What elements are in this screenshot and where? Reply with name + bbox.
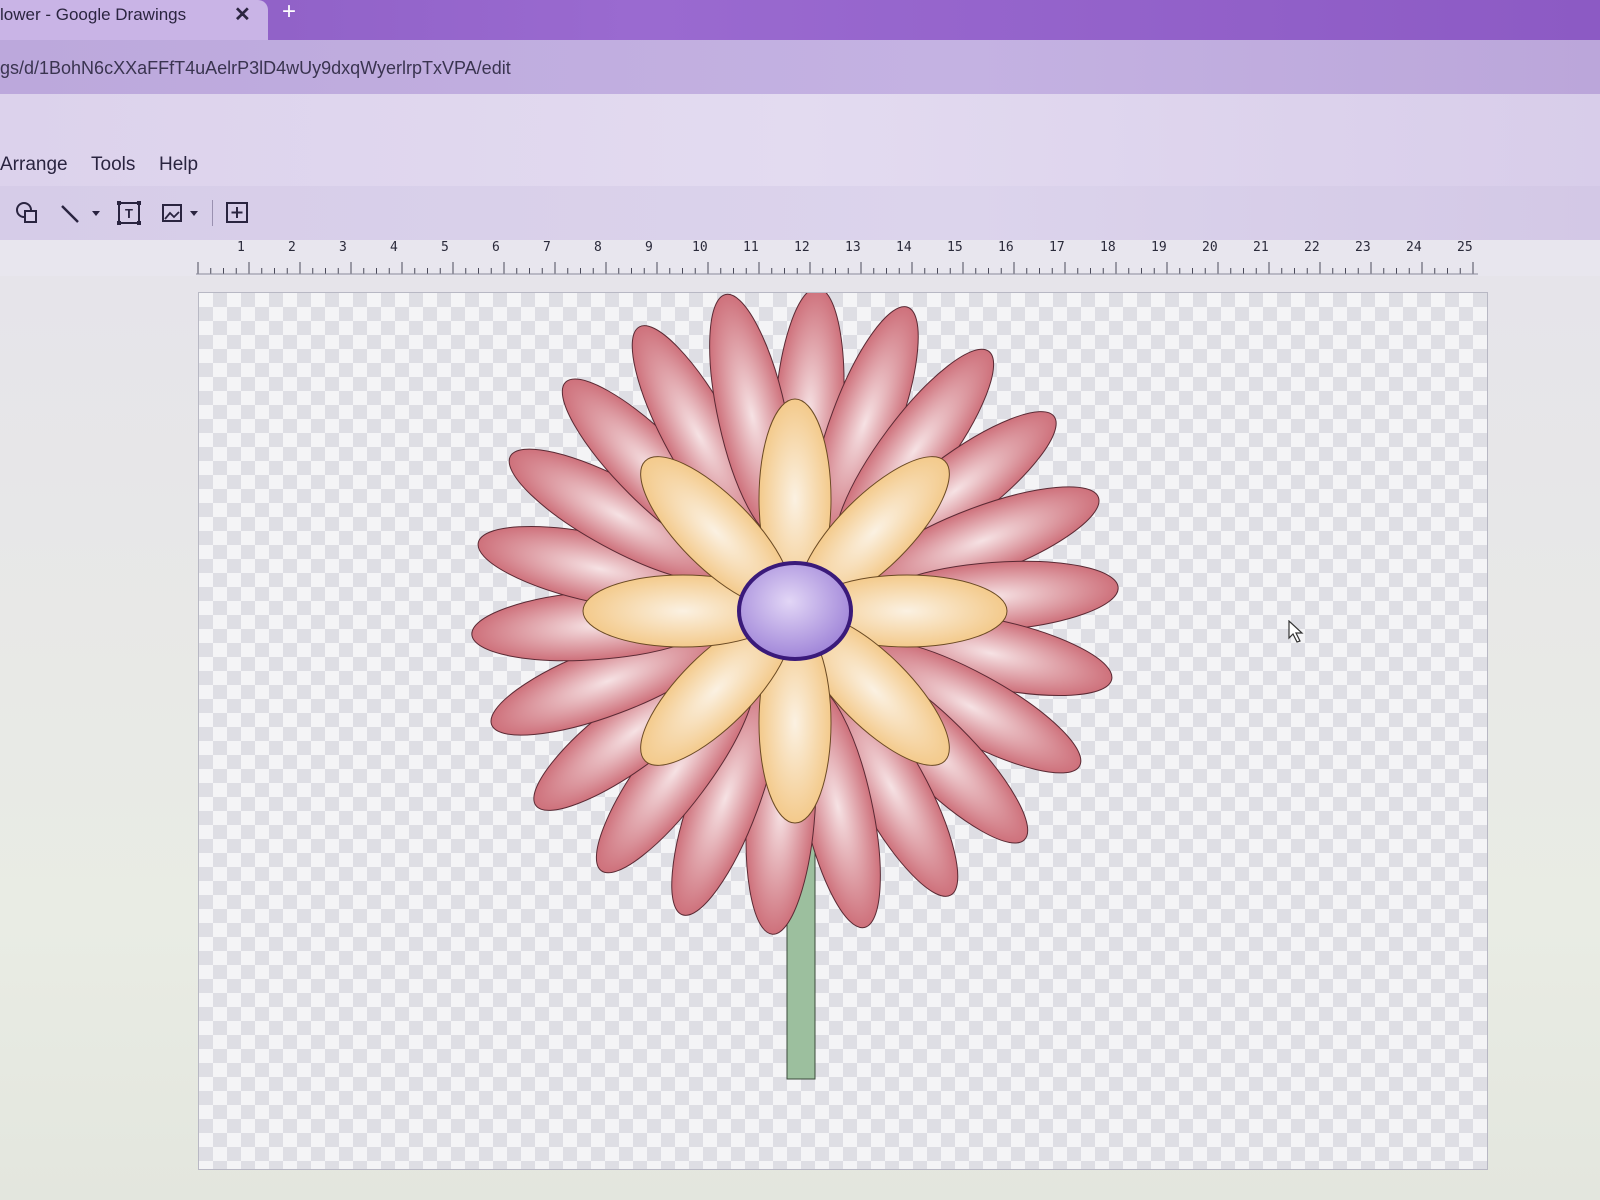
- toolbar: T: [0, 186, 1600, 240]
- ruler-label: 15: [947, 240, 963, 255]
- browser-tab-strip: lower - Google Drawings ✕ +: [0, 0, 1600, 40]
- ruler-label: 12: [794, 240, 810, 255]
- menu-tools[interactable]: Tools: [91, 154, 135, 176]
- ruler-label: 21: [1253, 240, 1269, 255]
- ruler-label: 13: [845, 240, 861, 255]
- browser-tab[interactable]: lower - Google Drawings ✕: [0, 0, 268, 40]
- ruler-label: 8: [594, 240, 602, 255]
- ruler-label: 9: [645, 240, 653, 255]
- horizontal-ruler[interactable]: 1 2 3 4 5 6 7 8 9 10 11 12 13 14 15 16 17 18 19 20 21 22 23 24 2…: [196, 240, 1480, 276]
- line-icon[interactable]: [58, 200, 108, 226]
- ruler-label: 25: [1457, 240, 1473, 255]
- tab-title: lower - Google Drawings: [0, 5, 187, 24]
- new-tab-icon[interactable]: +: [282, 0, 296, 26]
- ruler-label: 16: [998, 240, 1014, 255]
- ruler-label: 24: [1406, 240, 1422, 255]
- flower-drawing[interactable]: [199, 293, 1487, 1169]
- url-field[interactable]: gs/d/1BohN6cXXaFFfT4uAelrP3lD4wUy9dxqWye…: [0, 58, 511, 79]
- ruler-label: 14: [896, 240, 912, 255]
- ruler-label: 23: [1355, 240, 1371, 255]
- ruler-label: 7: [543, 240, 551, 255]
- ruler-label: 22: [1304, 240, 1320, 255]
- close-tab-icon[interactable]: ✕: [234, 2, 251, 27]
- menu-bar: Arrange Tools Help: [0, 94, 1600, 186]
- shape-icon[interactable]: [14, 200, 40, 226]
- ruler-ticks: [196, 262, 1478, 275]
- address-bar: gs/d/1BohN6cXXaFFfT4uAelrP3lD4wUy9dxqWye…: [0, 40, 1600, 94]
- svg-text:T: T: [125, 206, 133, 221]
- ruler-label: 6: [492, 240, 500, 255]
- mouse-cursor-icon: [1288, 620, 1304, 643]
- ruler-label: 17: [1049, 240, 1065, 255]
- text-box-icon[interactable]: T: [116, 200, 142, 226]
- flower-center[interactable]: [737, 561, 853, 661]
- menu-help[interactable]: Help: [159, 154, 198, 176]
- menu-arrange[interactable]: Arrange: [0, 154, 68, 176]
- ruler-label: 20: [1202, 240, 1218, 255]
- ruler-label: 19: [1151, 240, 1167, 255]
- ruler-label: 1: [237, 240, 245, 255]
- ruler-label: 2: [288, 240, 296, 255]
- ruler-label: 11: [743, 240, 759, 255]
- ruler-label: 18: [1100, 240, 1116, 255]
- add-comment-icon[interactable]: [224, 200, 250, 226]
- ruler-label: 3: [339, 240, 347, 255]
- ruler-label: 4: [390, 240, 398, 255]
- toolbar-divider: [212, 200, 213, 226]
- ruler-label: 5: [441, 240, 449, 255]
- drawing-canvas[interactable]: [198, 292, 1488, 1170]
- ruler-label: 10: [692, 240, 708, 255]
- image-icon[interactable]: [160, 200, 206, 226]
